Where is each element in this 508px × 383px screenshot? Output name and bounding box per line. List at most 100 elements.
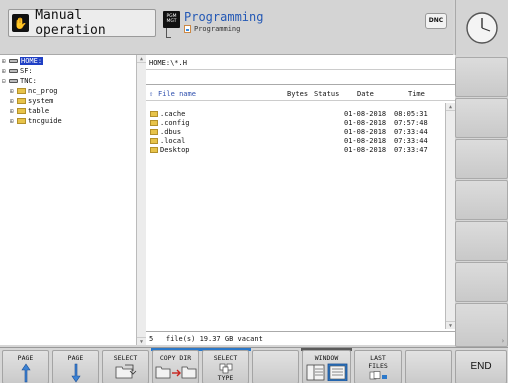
folder-icon: [150, 120, 158, 126]
vertical-softkey-6[interactable]: [455, 262, 508, 302]
expand-icon[interactable]: ⊞: [2, 68, 8, 75]
softkey-blank[interactable]: [405, 350, 452, 383]
expand-icon[interactable]: ⊞: [10, 98, 16, 105]
select-button[interactable]: SELECT: [102, 350, 149, 383]
file-row[interactable]: .cache 01-08-2018 08:05:31: [146, 110, 446, 119]
filter-field: [146, 70, 455, 85]
drive-icon: [9, 79, 18, 83]
scroll-down-icon[interactable]: ▼: [446, 321, 455, 329]
tree-item-label: table: [28, 107, 50, 115]
file-time: 07:33:44: [394, 137, 428, 145]
vertical-softkey-7[interactable]: ›: [455, 303, 508, 347]
vertical-softkey-5[interactable]: [455, 221, 508, 261]
type-blank-button[interactable]: [252, 350, 299, 383]
column-date[interactable]: Date: [357, 90, 374, 98]
tree-item-label: nc_prog: [28, 87, 58, 95]
folder-select-icon: [115, 364, 136, 379]
tree-item-label: TNC:: [20, 77, 37, 85]
file-date: 01-08-2018: [344, 110, 387, 118]
copy-dir-icon: [155, 366, 196, 379]
file-row[interactable]: .dbus 01-08-2018 07:33:44: [146, 128, 446, 137]
expand-icon[interactable]: ⊞: [2, 58, 8, 65]
folder-icon: [17, 108, 26, 114]
last-files-label: LAST: [370, 354, 386, 362]
tree-item-label: SF:: [20, 67, 33, 75]
page-up-button[interactable]: PAGE: [2, 350, 49, 383]
end-button[interactable]: END: [455, 350, 507, 383]
file-list-scrollbar[interactable]: ▲ ▼: [445, 103, 455, 329]
softkey-bar: PAGE PAGE SELECT COPY DIR SELECT TYPE WI…: [0, 347, 508, 383]
column-file-name[interactable]: File name: [158, 90, 196, 98]
pgm-mgt-icon: PGM MGT: [163, 11, 180, 28]
file-list-header: ⇧ File name Bytes Status Date Time: [146, 88, 455, 101]
arrow-up-icon: [20, 363, 31, 383]
scroll-up-icon[interactable]: ▲: [446, 103, 455, 111]
file-name: .dbus: [160, 128, 182, 136]
file-time: 07:33:44: [394, 128, 428, 136]
page-up-label: PAGE: [17, 354, 34, 362]
tree-item-tnc[interactable]: ⊟ TNC:: [2, 76, 37, 86]
vertical-softkeys: ›: [455, 57, 508, 347]
expand-icon[interactable]: ⊞: [10, 108, 16, 115]
folder-icon: [17, 88, 26, 94]
copy-dir-button[interactable]: COPY DIR: [152, 350, 199, 383]
tree-item-system[interactable]: ⊞ system: [10, 96, 53, 106]
vertical-softkey-3[interactable]: [455, 139, 508, 179]
expand-icon[interactable]: ⊞: [10, 88, 16, 95]
folder-icon: [150, 147, 158, 153]
arrow-down-icon: [70, 363, 81, 383]
dnc-button[interactable]: DNC: [425, 13, 447, 29]
folder-icon: [150, 111, 158, 117]
window-label: WINDOW: [314, 354, 339, 362]
column-bytes[interactable]: Bytes: [287, 90, 308, 98]
folder-icon: [150, 138, 158, 144]
tree-item-label: system: [28, 97, 54, 105]
vertical-softkey-2[interactable]: [455, 98, 508, 138]
file-date: 01-08-2018: [344, 128, 387, 136]
select-type-label-2: TYPE: [217, 374, 234, 382]
collapse-icon[interactable]: ⊟: [2, 78, 8, 85]
column-status[interactable]: Status: [314, 90, 339, 98]
tree-item-home[interactable]: ⊞ HOME:: [2, 56, 44, 66]
programming-mode-title: Programming: [184, 10, 264, 24]
scroll-down-icon[interactable]: ▼: [137, 337, 146, 345]
tree-item-label: tncguide: [28, 117, 62, 125]
select-type-label: SELECT: [213, 354, 238, 362]
tree-item-tncguide[interactable]: ⊞ tncguide: [10, 116, 62, 126]
programming-mode-sub: Programming: [184, 25, 263, 33]
column-time[interactable]: Time: [408, 90, 425, 98]
last-files-icon: [369, 371, 387, 380]
file-name: .config: [160, 119, 190, 127]
select-label: SELECT: [113, 354, 138, 362]
file-row[interactable]: .config 01-08-2018 07:57:48: [146, 119, 446, 128]
folder-icon: [150, 129, 158, 135]
page-down-button[interactable]: PAGE: [52, 350, 99, 383]
last-files-button[interactable]: LAST FILES: [354, 350, 402, 383]
expand-icon[interactable]: ⊞: [10, 118, 16, 125]
drive-icon: [9, 59, 18, 63]
tree-item-nc-prog[interactable]: ⊞ nc_prog: [10, 86, 58, 96]
path-field: HOME:\*.H: [146, 55, 455, 70]
scroll-up-icon[interactable]: ▲: [137, 55, 146, 63]
sort-icon[interactable]: ⇧: [149, 90, 153, 98]
file-type-icon: [219, 363, 232, 374]
tree-item-sf[interactable]: ⊞ SF:: [2, 66, 33, 76]
header: ✋ Manual operation PGM MGT Programming P…: [0, 0, 453, 55]
drive-icon: [9, 69, 18, 73]
file-icon: [184, 25, 191, 33]
hand-icon: ✋: [12, 14, 30, 32]
copy-dir-label: COPY DIR: [159, 354, 192, 362]
tree-scrollbar[interactable]: ▲ ▼: [136, 55, 146, 345]
file-time: 07:57:48: [394, 119, 428, 127]
file-row[interactable]: Desktop 01-08-2018 07:33:47: [146, 146, 446, 155]
vertical-softkey-4[interactable]: [455, 180, 508, 220]
file-name: Desktop: [160, 146, 190, 154]
tree-item-label: HOME:: [20, 57, 44, 65]
file-row[interactable]: .local 01-08-2018 07:33:44: [146, 137, 446, 146]
file-time: 07:33:47: [394, 146, 428, 154]
window-button[interactable]: WINDOW: [302, 350, 351, 383]
select-type-button[interactable]: SELECT TYPE: [202, 350, 249, 383]
vertical-softkey-1[interactable]: [455, 57, 508, 97]
tree-item-table[interactable]: ⊞ table: [10, 106, 49, 116]
status-bar: 5 file(s) 19.37 GB vacant: [146, 331, 455, 345]
